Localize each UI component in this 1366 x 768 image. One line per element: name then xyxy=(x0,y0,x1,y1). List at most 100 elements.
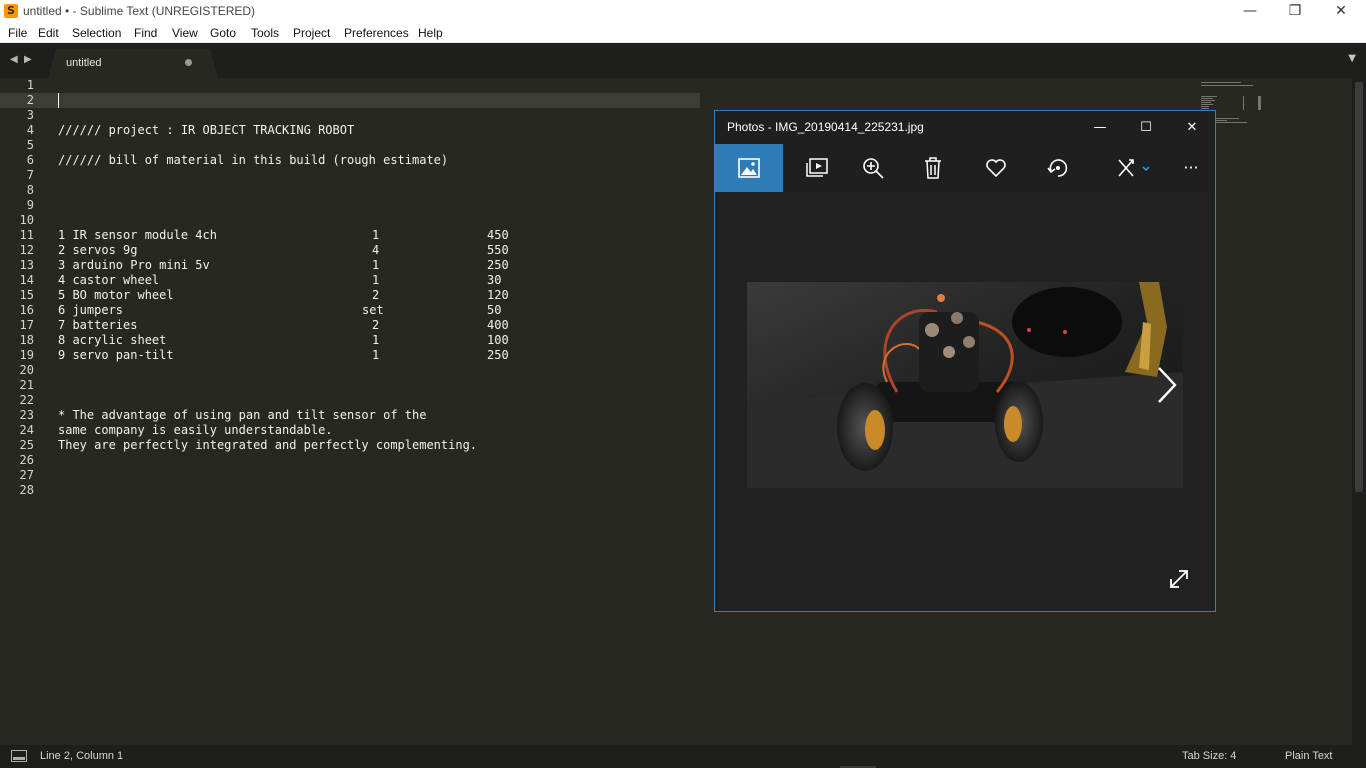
photos-maximize-button[interactable]: ☐ xyxy=(1123,111,1169,144)
line-number: 26 xyxy=(19,453,34,467)
code-line: 5 BO motor wheel 2 120 xyxy=(58,288,509,303)
line-number: 27 xyxy=(19,468,34,482)
line-number: 23 xyxy=(19,408,34,422)
vertical-scrollbar[interactable] xyxy=(1352,78,1366,745)
minimize-button[interactable]: — xyxy=(1227,0,1273,23)
bom-price: 550 xyxy=(487,243,509,257)
bom-item: 7 batteries xyxy=(58,318,138,332)
code-text[interactable]: ////// project : IR OBJECT TRACKING ROBO… xyxy=(58,78,509,498)
bom-price: 120 xyxy=(487,288,509,302)
favorite-button[interactable] xyxy=(976,144,1016,192)
code-line: 3 arduino Pro mini 5v 1 250 xyxy=(58,258,509,273)
bom-qty: 1 xyxy=(372,348,380,362)
menu-file[interactable]: File xyxy=(8,25,27,41)
menu-preferences[interactable]: Preferences xyxy=(344,25,409,41)
menu-view[interactable]: View xyxy=(172,25,198,41)
rotate-button[interactable] xyxy=(1038,144,1078,192)
tab-back-icon[interactable]: ◀ xyxy=(10,53,18,67)
menu-bar: File Edit Selection Find View Goto Tools… xyxy=(0,23,1366,43)
tab-label: untitled xyxy=(66,57,102,69)
bom-item: 5 BO motor wheel xyxy=(58,288,174,302)
menu-project[interactable]: Project xyxy=(293,25,330,41)
bom-price: 250 xyxy=(487,258,509,272)
photos-close-button[interactable]: ✕ xyxy=(1169,111,1215,144)
close-button[interactable]: ✕ xyxy=(1318,0,1364,23)
more-icon[interactable]: ··· xyxy=(1173,144,1209,192)
zoom-button[interactable] xyxy=(853,144,893,192)
sublime-app-icon: S xyxy=(4,4,18,18)
line-number: 13 xyxy=(19,258,34,272)
code-line: * The advantage of using pan and tilt se… xyxy=(58,408,427,422)
line-number: 10 xyxy=(19,213,34,227)
code-line: 7 batteries 2 400 xyxy=(58,318,509,333)
code-line: 1 IR sensor module 4ch 1 450 xyxy=(58,228,509,243)
bom-item: 3 arduino Pro mini 5v xyxy=(58,258,210,272)
status-bar: Line 2, Column 1 Tab Size: 4 Plain Text xyxy=(0,745,1366,768)
bom-qty: 1 xyxy=(372,258,380,272)
code-line: They are perfectly integrated and perfec… xyxy=(58,438,478,452)
delete-button[interactable] xyxy=(913,144,953,192)
tab-list-dropdown-icon[interactable]: ▼ xyxy=(1348,52,1356,66)
tab-untitled[interactable]: untitled xyxy=(48,49,218,78)
photos-minimize-button[interactable]: — xyxy=(1077,111,1123,144)
next-image-icon[interactable] xyxy=(1151,362,1181,408)
line-number: 11 xyxy=(19,228,34,242)
photos-window[interactable]: Photos - IMG_20190414_225231.jpg — ☐ ✕ ·… xyxy=(714,110,1216,612)
code-line: same company is easily understandable. xyxy=(58,423,333,437)
bom-price: 50 xyxy=(487,303,502,317)
cursor-position: Line 2, Column 1 xyxy=(40,750,124,762)
menu-goto[interactable]: Goto xyxy=(210,25,236,41)
tab-size-indicator[interactable]: Tab Size: 4 xyxy=(1182,749,1236,763)
code-line: ////// project : IR OBJECT TRACKING ROBO… xyxy=(58,123,355,137)
code-line: 2 servos 9g 4 550 xyxy=(58,243,509,258)
tab-bar: ◀ ▶ untitled ▼ xyxy=(0,43,1366,78)
unsaved-dot-icon[interactable] xyxy=(185,59,192,66)
bom-qty: 2 xyxy=(372,318,380,332)
view-image-button[interactable] xyxy=(715,144,783,192)
line-number-gutter: 1 2 3 4 5 6 7 8 9 10 11 12 13 14 15 16 17 18 19 20 21 22 23 24 2… xyxy=(0,78,40,498)
bom-qty: 1 xyxy=(372,228,380,242)
view-image-icon xyxy=(738,158,760,178)
edit-draw-icon xyxy=(1118,159,1150,177)
menu-edit[interactable]: Edit xyxy=(38,25,59,41)
tab-forward-icon[interactable]: ▶ xyxy=(24,53,32,67)
panel-toggle-icon[interactable] xyxy=(11,750,27,762)
line-number: 17 xyxy=(19,318,34,332)
line-number: 8 xyxy=(26,183,34,197)
menu-tools[interactable]: Tools xyxy=(251,25,279,41)
bom-price: 400 xyxy=(487,318,509,332)
bom-item: 9 servo pan-tilt xyxy=(58,348,174,362)
code-line: 9 servo pan-tilt 1 250 xyxy=(58,348,509,363)
line-number: 18 xyxy=(19,333,34,347)
menu-help[interactable]: Help xyxy=(418,25,443,41)
line-number: 15 xyxy=(19,288,34,302)
line-number: 4 xyxy=(26,123,34,137)
line-number: 2 xyxy=(26,93,34,107)
bom-qty: 1 xyxy=(372,333,380,347)
text-cursor xyxy=(58,93,59,108)
slideshow-button[interactable] xyxy=(797,144,837,192)
menu-selection[interactable]: Selection xyxy=(72,25,121,41)
restore-button[interactable]: ❐ xyxy=(1272,0,1318,23)
rotate-icon xyxy=(1047,159,1068,177)
edit-draw-button[interactable] xyxy=(1109,144,1159,192)
line-number: 24 xyxy=(19,423,34,437)
fullscreen-icon[interactable] xyxy=(1167,567,1191,591)
syntax-indicator[interactable]: Plain Text xyxy=(1285,749,1333,763)
scrollbar-thumb[interactable] xyxy=(1355,82,1363,492)
bom-qty: 2 xyxy=(372,288,380,302)
bom-qty: 4 xyxy=(372,243,380,257)
bom-price: 100 xyxy=(487,333,509,347)
zoom-icon xyxy=(863,158,884,179)
bom-item: 6 jumpers xyxy=(58,303,124,317)
menu-find[interactable]: Find xyxy=(134,25,157,41)
